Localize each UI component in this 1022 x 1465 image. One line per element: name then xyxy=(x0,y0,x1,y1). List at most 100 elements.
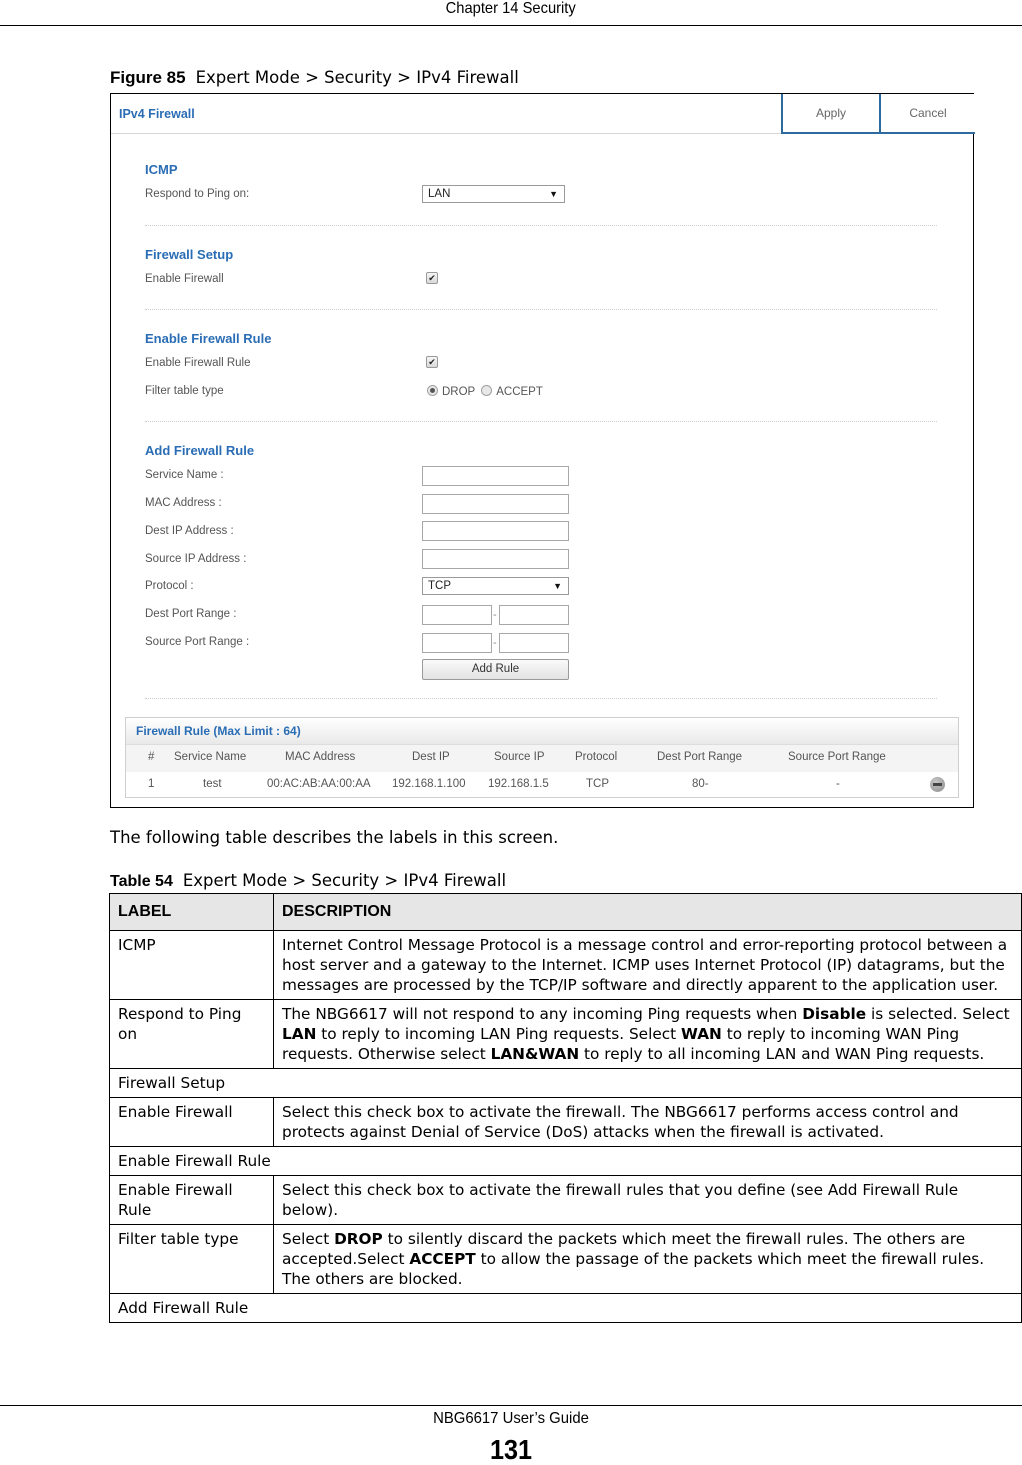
bold-term: Disable xyxy=(802,1005,867,1023)
bold-term: ACCEPT xyxy=(409,1250,476,1268)
column-header-mac-address: MAC Address xyxy=(285,751,356,763)
firewall-screenshot: IPv4 Firewall Apply Cancel ICMP Respond … xyxy=(110,93,975,808)
section-label: Add Firewall Rule xyxy=(109,1293,1022,1323)
table-section-row: Add Firewall Rule xyxy=(109,1293,1022,1323)
table-section-row: Firewall Setup xyxy=(109,1068,1022,1098)
protocol-select[interactable]: TCP ▼ xyxy=(422,577,569,595)
range-separator: - xyxy=(493,609,497,621)
screen-topbar: IPv4 Firewall Apply Cancel xyxy=(111,94,975,134)
delete-icon[interactable] xyxy=(930,777,945,792)
filter-table-type-label: Filter table type xyxy=(145,385,224,397)
figure-label: Figure 85 xyxy=(110,68,186,87)
screen-title: IPv4 Firewall xyxy=(119,107,195,121)
column-header-source-port-range: Source Port Range xyxy=(788,751,886,763)
respond-to-ping-value: LAN xyxy=(428,188,451,200)
source-port-end-input[interactable] xyxy=(499,633,569,653)
table-header-row: LABEL DESCRIPTION xyxy=(109,893,1022,931)
firewall-rule-table: Firewall Rule (Max Limit : 64) # Service… xyxy=(125,717,959,798)
row-description: Select DROP to silently discard the pack… xyxy=(273,1224,1022,1294)
checkmark-icon: ✔ xyxy=(428,357,436,367)
firewall-setup-title: Firewall Setup xyxy=(145,247,234,262)
table-body: ICMP Internet Control Message Protocol is… xyxy=(109,930,1022,1323)
row-label: ICMP xyxy=(109,930,274,1000)
protocol-value: TCP xyxy=(428,580,451,592)
description-text: is selected. Select xyxy=(866,1005,1010,1023)
service-name-label: Service Name : xyxy=(145,469,224,481)
source-ip-input[interactable] xyxy=(422,549,569,569)
rule-mac-address: 00:AC:AB:AA:00:AA xyxy=(267,778,371,790)
dest-port-end-input[interactable] xyxy=(499,605,569,625)
label-column-header: LABEL xyxy=(109,893,274,931)
description-text: to reply to all incoming LAN and WAN Pin… xyxy=(579,1045,985,1063)
column-header-dest-port-range: Dest Port Range xyxy=(657,751,743,763)
intro-paragraph: The following table describes the labels… xyxy=(110,828,559,847)
dropdown-arrow-icon: ▼ xyxy=(549,189,558,199)
enable-firewall-label: Enable Firewall xyxy=(145,273,224,285)
section-divider xyxy=(145,421,937,422)
table-caption: Table 54 Expert Mode > Security > IPv4 Fi… xyxy=(110,871,506,891)
drop-radio[interactable] xyxy=(427,385,438,396)
row-description: Select this check box to activate the fi… xyxy=(273,1097,1022,1147)
cancel-button[interactable]: Cancel xyxy=(879,94,975,134)
source-port-start-input[interactable] xyxy=(422,633,492,653)
icmp-section-title: ICMP xyxy=(145,162,178,177)
table-row: Enable Firewall Rule Select this check bo… xyxy=(109,1175,1022,1225)
rule-service-name: test xyxy=(203,778,222,790)
bold-term: WAN xyxy=(681,1025,722,1043)
table-row: Filter table type Select DROP to silently… xyxy=(109,1224,1022,1294)
description-text: Select xyxy=(282,1230,335,1248)
apply-button[interactable]: Apply xyxy=(781,94,879,134)
firewall-rule-table-title: Firewall Rule (Max Limit : 64) xyxy=(126,718,958,745)
table-row: ICMP Internet Control Message Protocol is… xyxy=(109,930,1022,1000)
guide-title: NBG6617 User’s Guide xyxy=(433,1410,589,1427)
mac-address-input[interactable] xyxy=(422,494,569,514)
section-divider xyxy=(145,225,937,226)
rule-dest-port-range: 80- xyxy=(692,778,709,790)
table-row: Respond to Ping on The NBG6617 will not r… xyxy=(109,999,1022,1069)
dest-ip-input[interactable] xyxy=(422,521,569,541)
row-label: Enable Firewall Rule xyxy=(109,1175,274,1225)
table-section-row: Enable Firewall Rule xyxy=(109,1146,1022,1176)
rule-dest-ip: 192.168.1.100 xyxy=(392,778,466,790)
section-label: Enable Firewall Rule xyxy=(109,1146,1022,1176)
enable-firewall-rule-checkbox[interactable]: ✔ xyxy=(426,356,438,368)
respond-to-ping-select[interactable]: LAN ▼ xyxy=(422,185,565,203)
table-caption-text: Expert Mode > Security > IPv4 Firewall xyxy=(182,871,507,890)
row-description: Select this check box to activate the fi… xyxy=(273,1175,1022,1225)
service-name-input[interactable] xyxy=(422,466,569,486)
page-footer: NBG6617 User’s Guide 131 xyxy=(0,1405,1022,1465)
chapter-title: Chapter 14 Security xyxy=(445,0,577,17)
description-text: to reply to incoming LAN Ping requests. … xyxy=(316,1025,682,1043)
page-header: Chapter 14 Security xyxy=(0,0,1022,26)
accept-radio-label: ACCEPT xyxy=(496,386,543,398)
dest-port-range-label: Dest Port Range : xyxy=(145,608,237,620)
firewall-rule-table-header: # Service Name MAC Address Dest IP Sourc… xyxy=(126,745,958,772)
enable-firewall-checkbox[interactable]: ✔ xyxy=(426,272,438,284)
mac-address-label: MAC Address : xyxy=(145,497,222,509)
row-label: Respond to Ping on xyxy=(109,999,274,1069)
dest-port-start-input[interactable] xyxy=(422,605,492,625)
source-ip-label: Source IP Address : xyxy=(145,553,247,565)
bold-term: LAN xyxy=(282,1025,317,1043)
column-header-protocol: Protocol xyxy=(575,751,618,763)
accept-radio[interactable] xyxy=(481,385,493,396)
add-firewall-rule-title: Add Firewall Rule xyxy=(145,443,255,458)
enable-firewall-rule-label: Enable Firewall Rule xyxy=(145,357,251,369)
filter-table-type-radio-group: DROP ACCEPT xyxy=(427,385,549,398)
rule-number: 1 xyxy=(148,778,155,790)
column-header-service-name: Service Name xyxy=(174,751,247,763)
drop-radio-label: DROP xyxy=(442,386,476,398)
page-number: 131 xyxy=(489,1434,533,1465)
add-rule-button[interactable]: Add Rule xyxy=(422,659,569,680)
row-description: The NBG6617 will not respond to any inco… xyxy=(273,999,1022,1069)
figure-caption: Figure 85 Expert Mode > Security > IPv4 F… xyxy=(110,68,519,88)
column-header-dest-ip: Dest IP xyxy=(412,751,450,763)
respond-to-ping-label: Respond to Ping on: xyxy=(145,188,250,200)
bold-term: LAN&WAN xyxy=(490,1045,580,1063)
section-divider xyxy=(145,698,937,699)
enable-firewall-rule-title: Enable Firewall Rule xyxy=(145,331,272,346)
column-header-source-ip: Source IP xyxy=(494,751,545,763)
table-label: Table 54 xyxy=(110,873,173,890)
section-divider xyxy=(145,309,937,310)
range-separator: - xyxy=(493,637,497,649)
